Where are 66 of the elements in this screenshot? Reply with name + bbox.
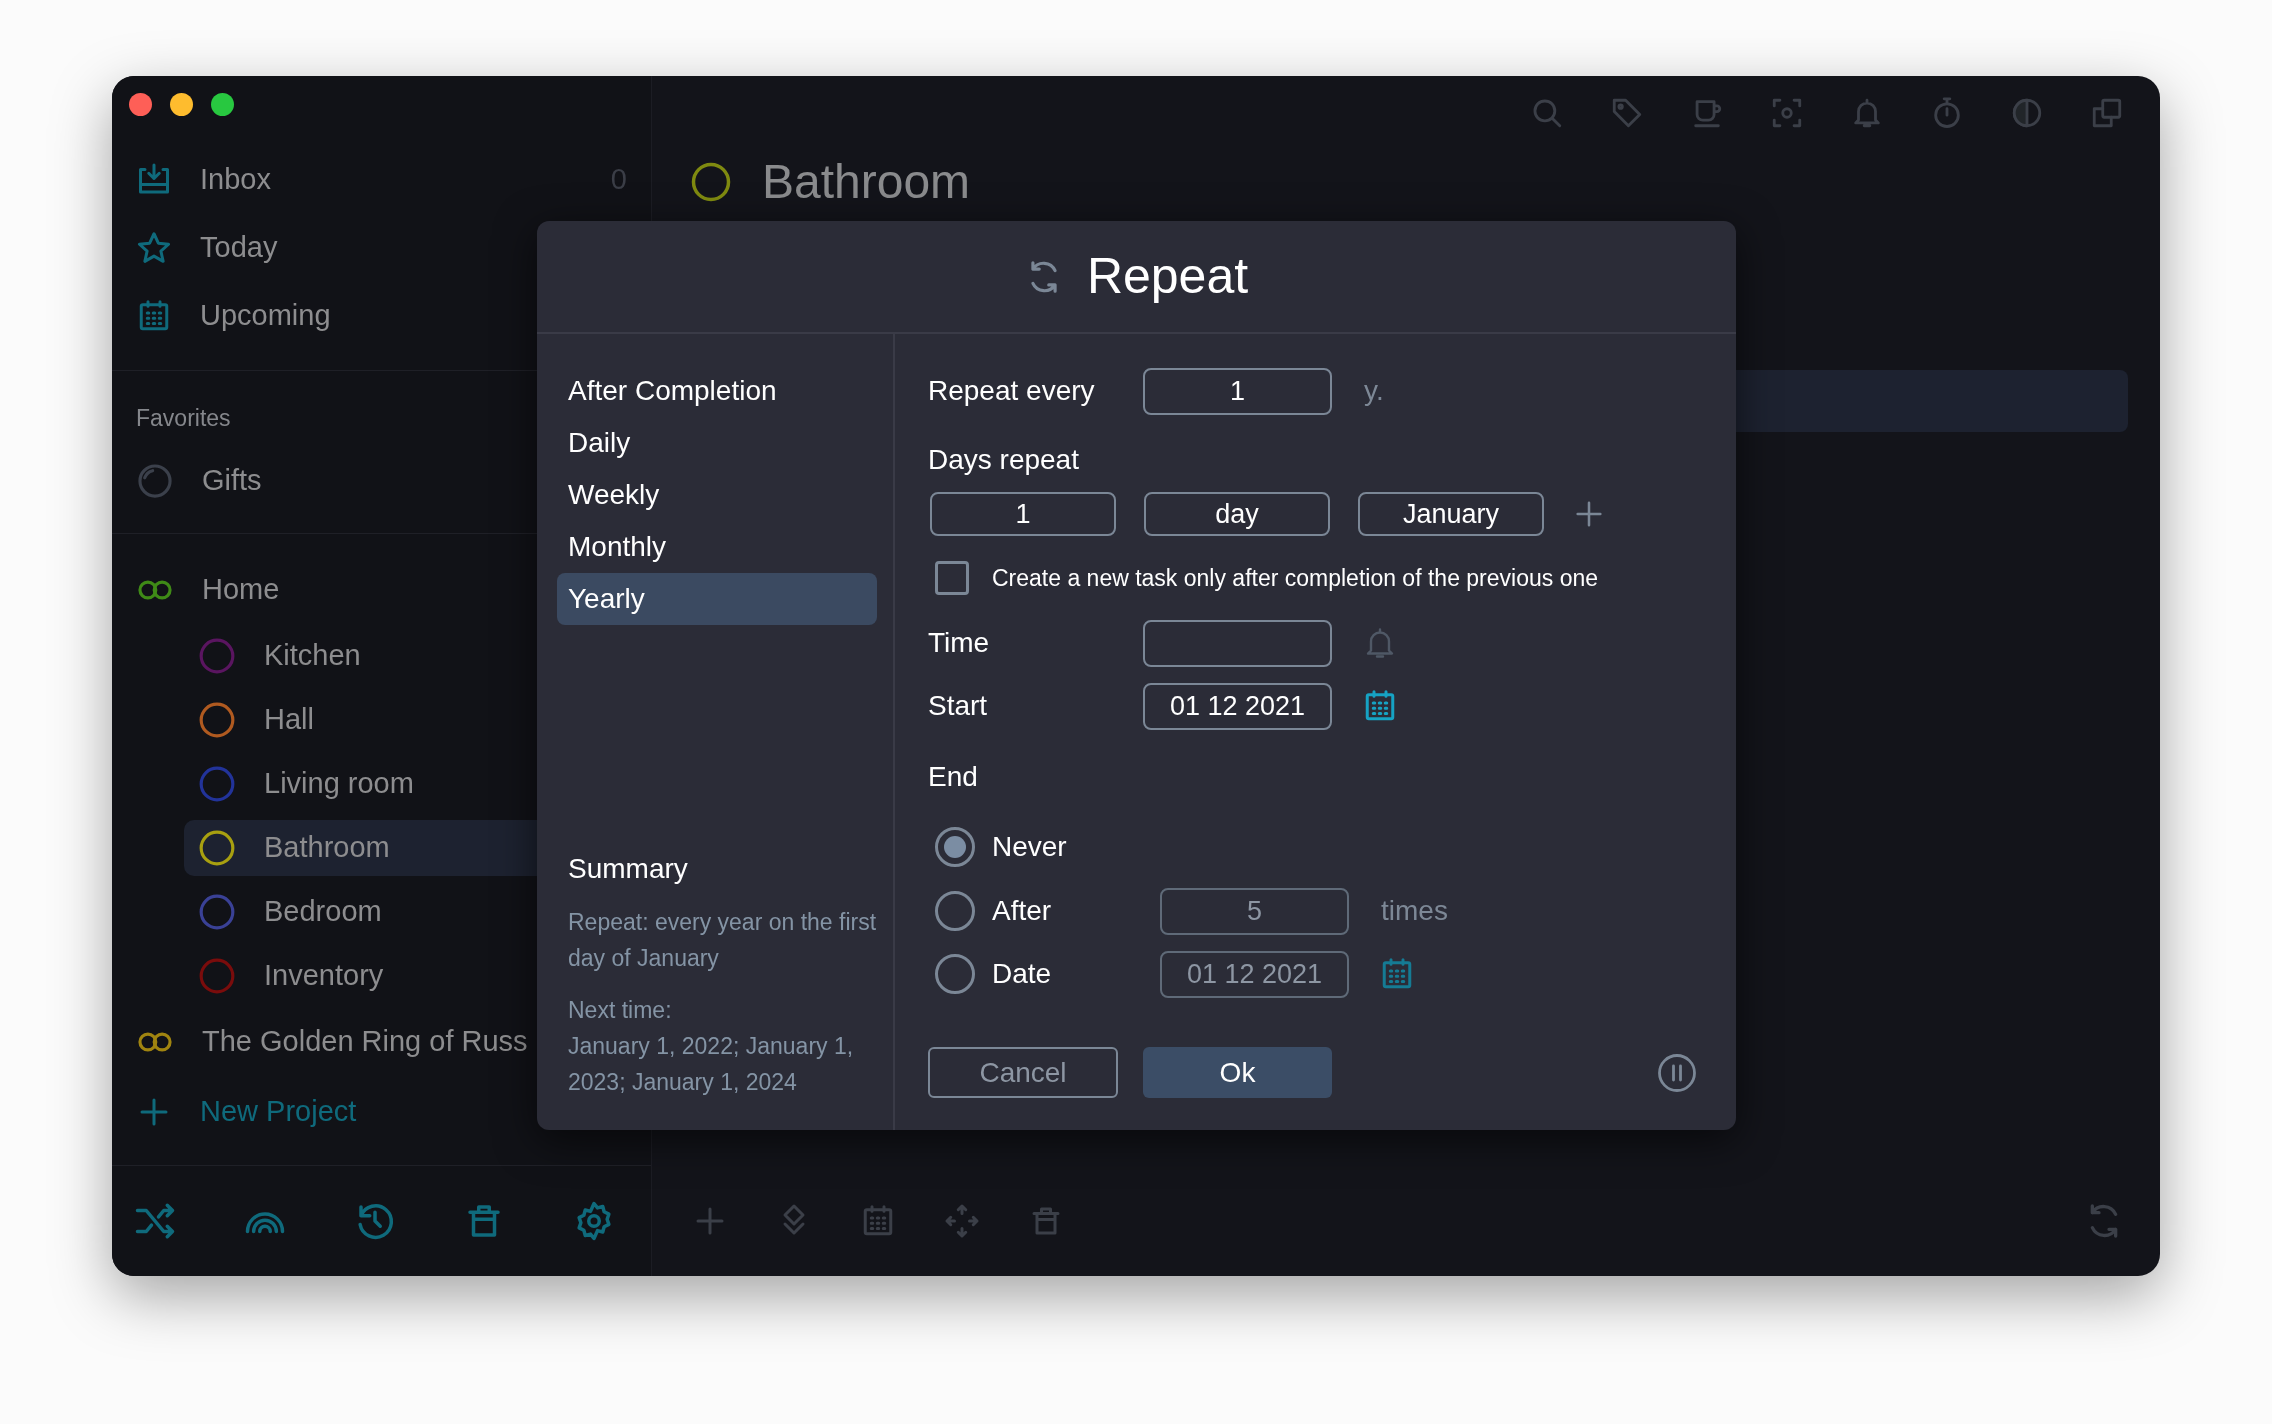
project-label: Home: [202, 572, 280, 608]
checkbox[interactable]: [935, 561, 969, 595]
day-rule-field[interactable]: 1: [930, 492, 1116, 536]
minimize-window-button[interactable]: [170, 92, 193, 116]
next-time-dates: January 1, 2022; January 1, 2023; January 1, 2024: [567, 1032, 855, 1097]
field-label: Start: [928, 689, 989, 723]
dialog-title: Repeat: [1086, 247, 1249, 306]
sidebar-item-label: Inbox: [200, 162, 271, 198]
repeat-mode-item[interactable]: Yearly: [557, 573, 877, 625]
unit-label: times: [1381, 894, 1448, 928]
progress-ring-icon: [136, 462, 174, 500]
day-rule-field[interactable]: day: [1144, 492, 1330, 536]
repeat-mode-item[interactable]: After Completion: [557, 365, 877, 417]
project-label: Hall: [264, 702, 314, 738]
tag-icon[interactable]: [1610, 96, 1644, 130]
project-label: Bathroom: [264, 830, 390, 866]
section-label: End: [928, 760, 978, 794]
project-label: Bedroom: [264, 894, 382, 930]
ok-button[interactable]: Ok: [1143, 1047, 1332, 1098]
project-label: Kitchen: [264, 638, 361, 674]
project-title: Bathroom: [762, 154, 971, 210]
project-label: Living room: [264, 766, 414, 802]
cancel-button[interactable]: Cancel: [928, 1047, 1118, 1098]
radio-button[interactable]: [935, 891, 975, 931]
repeat-mode-item[interactable]: Weekly: [557, 469, 877, 521]
sidebar-item-label: Today: [200, 230, 278, 266]
project-item[interactable]: Kitchen: [184, 628, 651, 684]
time-field[interactable]: [1143, 619, 1332, 667]
sidebar-item-label: Upcoming: [200, 298, 331, 334]
section-title: Favorites: [135, 404, 232, 433]
next-time-label: Next time:: [567, 996, 673, 1025]
project-circle-icon: [690, 161, 732, 203]
pause-icon[interactable]: [1656, 1051, 1698, 1094]
move-icon[interactable]: [944, 1203, 980, 1239]
sidebar-item[interactable]: Upcoming: [112, 282, 651, 350]
occurrences-field[interactable]: 5: [1160, 887, 1349, 935]
day-rule-field[interactable]: January: [1358, 492, 1544, 536]
shuffle-icon[interactable]: [134, 1200, 176, 1242]
radio-label: Date: [992, 957, 1053, 991]
checkbox-label: Create a new task only after completion of the previous one: [992, 563, 1598, 593]
radio-button[interactable]: [935, 954, 975, 994]
repeat-mode-item[interactable]: Monthly: [557, 521, 877, 573]
sidebar-item-label: Gifts: [202, 463, 262, 499]
radio-button[interactable]: [935, 827, 975, 867]
project-label: The Golden Ring of Russ: [202, 1024, 528, 1060]
copy-icon[interactable]: [2090, 96, 2124, 130]
end-date-field[interactable]: 01 12 2021: [1160, 950, 1349, 998]
field-label: Time: [928, 626, 991, 660]
zoom-window-button[interactable]: [211, 92, 234, 116]
start-date-field[interactable]: 01 12 2021: [1143, 682, 1332, 730]
star-icon: [136, 230, 172, 266]
radio-label: After: [992, 894, 1053, 928]
interval-field[interactable]: 1: [1143, 367, 1332, 415]
section-label: Days repeat: [928, 443, 1079, 477]
contrast-icon[interactable]: [2010, 96, 2044, 130]
radio-label: Never: [992, 830, 1068, 864]
close-window-button[interactable]: [129, 92, 152, 116]
summary-text: Repeat: every year on the first day of January: [567, 908, 877, 973]
focus-icon[interactable]: [1770, 96, 1804, 130]
unit-label: y.: [1364, 374, 1384, 408]
project-item[interactable]: Living room: [184, 756, 651, 812]
sidebar-item[interactable]: Today: [112, 214, 651, 282]
field-label: Repeat every: [928, 374, 1096, 408]
project-item[interactable]: Hall: [184, 692, 651, 748]
project-label: Inventory: [264, 958, 384, 994]
repeat-mode-item[interactable]: Daily: [557, 417, 877, 469]
